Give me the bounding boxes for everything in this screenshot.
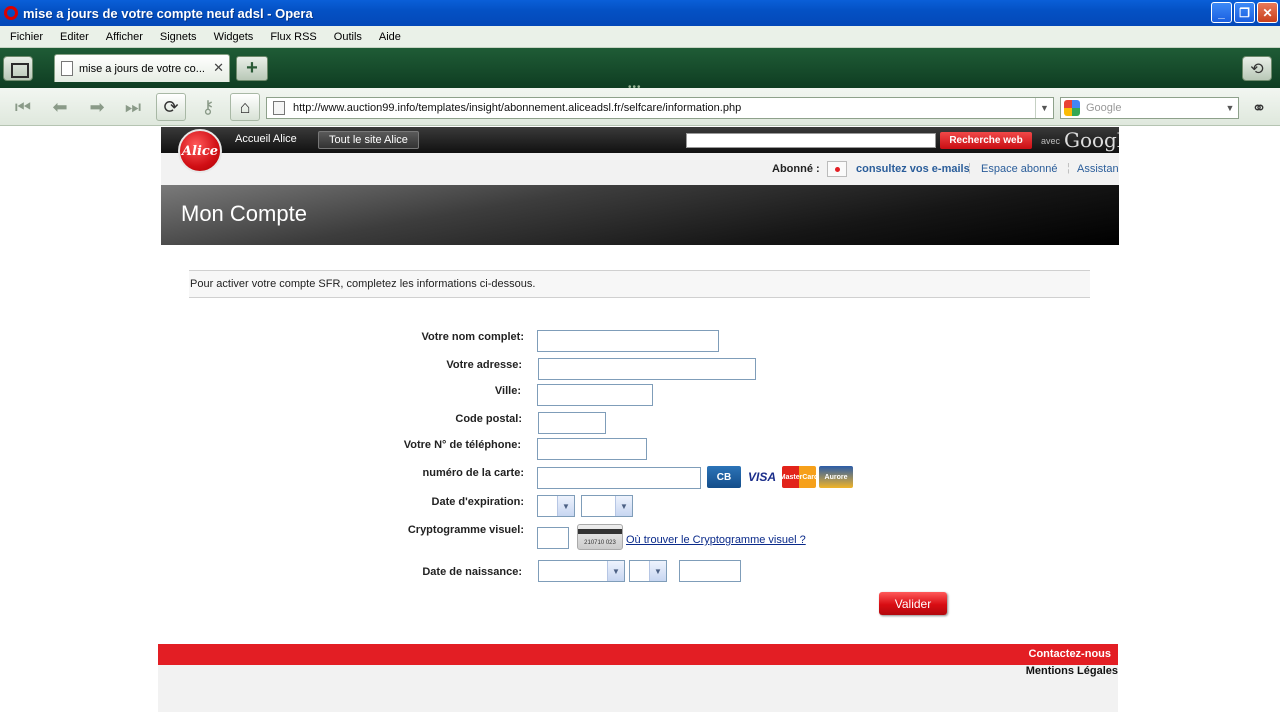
avec-label: avec [1041,136,1061,146]
footer-area: Mentions Légales [158,665,1118,712]
forward-icon[interactable]: ➡ [82,93,112,121]
menu-signets[interactable]: Signets [160,31,197,43]
home-icon[interactable]: ⌂ [230,93,260,121]
menu-widgets[interactable]: Widgets [214,31,254,43]
nav-accueil-alice[interactable]: Accueil Alice [235,133,297,145]
adresse-input[interactable] [538,358,756,380]
menu-aide[interactable]: Aide [379,31,401,43]
chevron-down-icon: ▼ [649,561,666,581]
ville-input[interactable] [537,384,653,406]
back-icon[interactable]: ⬅ [45,93,75,121]
intro-text: Pour activer votre compte SFR, completez… [189,270,1090,298]
minimize-button[interactable]: _ [1211,2,1232,23]
menu-bar: Fichier Editer Afficher Signets Widgets … [0,26,1280,48]
link-assistance[interactable]: Assistan [1077,163,1119,175]
link-espace-abonne[interactable]: Espace abonné [981,163,1057,175]
cb-card-icon: CB [707,466,741,488]
code-postal-input[interactable] [538,412,606,434]
page-icon [273,101,285,115]
window-titlebar: mise a jours de votre compte neuf adsl -… [0,0,1280,26]
mastercard-card-icon: MasterCard [780,466,818,488]
tab-label: mise a jours de votre co... [79,62,205,75]
search-placeholder: Google [1086,102,1122,114]
link-mentions-legales[interactable]: Mentions Légales [1026,665,1118,677]
expiration-year-select[interactable]: ▼ [581,495,633,517]
sub-header [161,153,1119,185]
new-tab-button[interactable]: + [236,56,268,81]
label-adresse: Votre adresse: [446,359,522,371]
address-bar[interactable]: http://www.auction99.info/templates/insi… [266,97,1054,119]
label-date-naissance: Date de naissance: [422,566,522,578]
footer-bar: Contactez-nous [158,644,1118,665]
wand-key-icon[interactable]: ⚷ [193,93,223,121]
nav-tout-le-site[interactable]: Tout le site Alice [318,131,419,149]
mail-icon[interactable] [827,161,847,177]
chevron-down-icon: ▼ [557,496,574,516]
label-nom: Votre nom complet: [421,331,524,343]
naissance-day-select[interactable]: ▼ [538,560,625,582]
valider-button[interactable]: Valider [879,592,947,615]
separator: ¦ [968,162,971,174]
menu-fichier[interactable]: Fichier [10,31,43,43]
maximize-button[interactable]: ❐ [1234,2,1255,23]
label-telephone: Votre N° de téléphone: [403,439,521,451]
chevron-down-icon: ▼ [615,496,632,516]
abonne-label: Abonné : [772,163,820,175]
document-icon [61,61,73,76]
tab-active[interactable]: mise a jours de votre co... ✕ [54,54,230,82]
recherche-web-button[interactable]: Recherche web [940,132,1032,149]
window-controls: _ ❐ ✕ [1211,2,1278,23]
nom-input[interactable] [537,330,719,352]
binoculars-icon[interactable]: ⚭ [1244,95,1274,121]
reload-icon[interactable]: ⟳ [156,93,186,121]
address-url[interactable]: http://www.auction99.info/templates/insi… [293,102,741,114]
label-cryptogramme: Cryptogramme visuel: [407,524,524,536]
naissance-year-input[interactable] [679,560,741,582]
link-ou-trouver-cryptogramme[interactable]: Où trouver le Cryptogramme visuel ? [626,534,806,546]
page-content: Accueil Alice Tout le site Alice Recherc… [0,127,1280,712]
chevron-down-icon: ▼ [607,561,624,581]
panel-toggle-button[interactable] [3,56,33,81]
numero-carte-input[interactable] [537,467,701,489]
address-dropdown-icon[interactable]: ▼ [1035,98,1053,118]
search-dropdown-icon[interactable]: ▼ [1222,98,1238,118]
expiration-month-select[interactable]: ▼ [537,495,575,517]
tab-bar: mise a jours de votre co... ✕ + ••• ⟲ [0,48,1280,93]
label-ville: Ville: [494,385,521,397]
naissance-month-select[interactable]: ▼ [629,560,667,582]
link-contactez-nous[interactable]: Contactez-nous [1029,648,1112,660]
window-title: mise a jours de votre compte neuf adsl -… [23,5,313,21]
separator: ¦ [1067,162,1070,174]
site-header: Accueil Alice Tout le site Alice Recherc… [161,127,1119,153]
fast-forward-icon[interactable]: ⏭ [118,93,148,121]
cryptogramme-card-image: 210710 023 [577,524,623,550]
site-search-input[interactable] [686,133,936,148]
search-bar[interactable]: Google ▼ [1060,97,1239,119]
menu-flux-rss[interactable]: Flux RSS [270,31,316,43]
opera-logo-icon [4,6,18,20]
label-date-expiration: Date d'expiration: [431,496,524,508]
link-consultez-emails[interactable]: consultez vos e-mails [856,163,970,175]
label-code-postal: Code postal: [455,413,522,425]
rewind-icon[interactable]: ⏮ [8,93,38,121]
menu-editer[interactable]: Editer [60,31,89,43]
tab-close-icon[interactable]: ✕ [213,60,224,76]
page-title: Mon Compte [181,201,307,226]
aurore-card-icon: Aurore [819,466,853,488]
google-icon[interactable] [1064,100,1080,116]
alice-logo[interactable]: Alice [178,129,222,173]
label-numero-carte: numéro de la carte: [422,467,524,479]
visa-card-icon: VISA [745,466,779,488]
close-button[interactable]: ✕ [1257,2,1278,23]
menu-afficher[interactable]: Afficher [106,31,143,43]
menu-outils[interactable]: Outils [334,31,362,43]
cryptogramme-input[interactable] [537,527,569,549]
closed-tabs-trash-icon[interactable]: ⟲ [1242,56,1272,81]
telephone-input[interactable] [537,438,647,460]
google-logo: Google [1064,128,1119,152]
